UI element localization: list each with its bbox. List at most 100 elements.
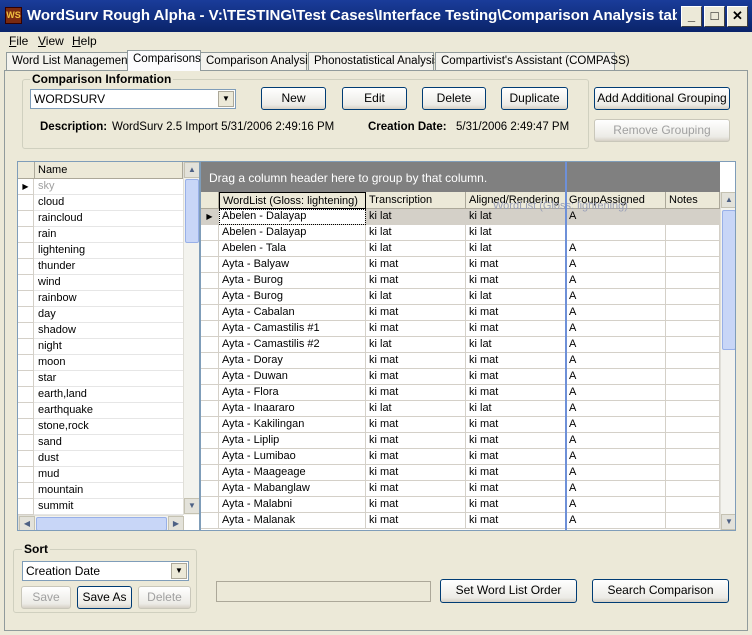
cell-notes[interactable] — [666, 449, 720, 465]
cell-transcription[interactable]: ki mat — [366, 305, 466, 321]
list-item[interactable]: raincloud — [18, 211, 183, 227]
list-item[interactable]: day — [18, 307, 183, 323]
row-selector[interactable] — [18, 467, 34, 483]
cell-group[interactable]: A — [566, 257, 666, 273]
cell-aligned[interactable]: ki lat — [466, 289, 566, 305]
row-selector[interactable] — [201, 401, 219, 417]
list-item[interactable]: night — [18, 339, 183, 355]
row-selector[interactable] — [201, 257, 219, 273]
row-selector[interactable] — [18, 419, 34, 435]
cell-wordlist[interactable]: Ayta - Kakilingan — [219, 417, 366, 433]
list-item[interactable]: dust — [18, 451, 183, 467]
row-selector[interactable] — [201, 481, 219, 497]
cell-transcription[interactable]: ki lat — [366, 401, 466, 417]
table-row[interactable]: Ayta - Camastilis #1 ki mat ki mat A — [201, 321, 720, 337]
current-row-icon[interactable]: ▶ — [201, 209, 219, 225]
scroll-up-icon[interactable]: ▲ — [721, 192, 735, 208]
group-by-area[interactable]: Drag a column header here to group by th… — [201, 162, 720, 192]
table-row[interactable]: Ayta - Malanak ki mat ki mat A — [201, 513, 720, 529]
row-selector[interactable] — [201, 465, 219, 481]
cell-wordlist[interactable]: Abelen - Tala — [219, 241, 366, 257]
table-row[interactable]: Ayta - Maageage ki mat ki mat A — [201, 465, 720, 481]
row-selector[interactable] — [18, 275, 34, 291]
search-comparison-button[interactable]: Search Comparison — [592, 579, 729, 603]
cell-wordlist[interactable]: Ayta - Malanak — [219, 513, 366, 529]
table-row[interactable]: Ayta - Lumibao ki mat ki mat A — [201, 449, 720, 465]
row-selector[interactable] — [18, 291, 34, 307]
scroll-up-icon[interactable]: ▲ — [184, 162, 199, 178]
cell-transcription[interactable]: ki mat — [366, 513, 466, 529]
row-selector[interactable] — [18, 371, 34, 387]
cell-notes[interactable] — [666, 209, 720, 225]
scroll-down-icon[interactable]: ▼ — [721, 514, 735, 530]
cell-aligned[interactable]: ki mat — [466, 353, 566, 369]
grid-vertical-scrollbar[interactable]: ▲ ▼ — [720, 192, 735, 530]
cell-aligned[interactable]: ki mat — [466, 273, 566, 289]
chevron-down-icon[interactable]: ▼ — [218, 91, 234, 107]
cell-aligned[interactable]: ki mat — [466, 321, 566, 337]
list-item[interactable]: summit — [18, 499, 183, 515]
edit-button[interactable]: Edit — [342, 87, 407, 110]
list-item[interactable]: thunder — [18, 259, 183, 275]
row-selector[interactable] — [201, 225, 219, 241]
row-selector[interactable] — [201, 449, 219, 465]
cell-aligned[interactable]: ki lat — [466, 337, 566, 353]
cell-wordlist[interactable]: Ayta - Burog — [219, 289, 366, 305]
table-row[interactable]: Ayta - Balyaw ki mat ki mat A — [201, 257, 720, 273]
tab-comparisons[interactable]: Comparisons — [127, 50, 201, 71]
row-selector[interactable] — [18, 195, 34, 211]
row-selector[interactable] — [18, 307, 34, 323]
cell-notes[interactable] — [666, 401, 720, 417]
add-grouping-button[interactable]: Add Additional Grouping — [594, 87, 730, 110]
cell-notes[interactable] — [666, 273, 720, 289]
table-row[interactable]: Abelen - Dalayap ki lat ki lat — [201, 225, 720, 241]
cell-wordlist[interactable]: Ayta - Lumibao — [219, 449, 366, 465]
cell-aligned[interactable]: ki mat — [466, 417, 566, 433]
cell-wordlist[interactable]: Ayta - Cabalan — [219, 305, 366, 321]
row-selector[interactable] — [18, 483, 34, 499]
current-row-icon[interactable]: ▶ — [18, 179, 34, 195]
cell-notes[interactable] — [666, 257, 720, 273]
minimize-button[interactable]: _ — [681, 6, 702, 27]
new-button[interactable]: New — [261, 87, 326, 110]
column-header-wordlist[interactable]: WordList (Gloss: lightening) — [219, 192, 366, 209]
list-item[interactable]: rainbow — [18, 291, 183, 307]
row-selector[interactable] — [201, 305, 219, 321]
row-selector[interactable] — [201, 497, 219, 513]
table-row[interactable]: Ayta - Mabanglaw ki mat ki mat A — [201, 481, 720, 497]
title-bar[interactable]: WS WordSurv Rough Alpha - V:\TESTING\Tes… — [0, 0, 752, 32]
list-item[interactable]: rain — [18, 227, 183, 243]
cell-group[interactable]: A — [566, 337, 666, 353]
maximize-button[interactable]: □ — [704, 6, 725, 27]
table-row[interactable]: Ayta - Liplip ki mat ki mat A — [201, 433, 720, 449]
cell-notes[interactable] — [666, 289, 720, 305]
cell-notes[interactable] — [666, 321, 720, 337]
cell-group[interactable]: A — [566, 497, 666, 513]
cell-group[interactable]: A — [566, 385, 666, 401]
list-item[interactable]: earth,land — [18, 387, 183, 403]
cell-notes[interactable] — [666, 305, 720, 321]
cell-group[interactable]: A — [566, 401, 666, 417]
chevron-down-icon[interactable]: ▼ — [171, 563, 187, 579]
cell-transcription[interactable]: ki mat — [366, 417, 466, 433]
row-selector[interactable] — [201, 273, 219, 289]
cell-group[interactable]: A — [566, 449, 666, 465]
list-item[interactable]: wind — [18, 275, 183, 291]
cell-wordlist[interactable]: Abelen - Dalayap — [219, 209, 366, 225]
row-selector[interactable] — [201, 321, 219, 337]
row-selector[interactable] — [18, 451, 34, 467]
row-selector[interactable] — [18, 387, 34, 403]
scroll-down-icon[interactable]: ▼ — [184, 498, 199, 514]
cell-wordlist[interactable]: Ayta - Camastilis #2 — [219, 337, 366, 353]
row-selector[interactable] — [201, 433, 219, 449]
scroll-thumb[interactable] — [185, 179, 199, 243]
list-item[interactable]: lightening — [18, 243, 183, 259]
list-item[interactable]: moon — [18, 355, 183, 371]
row-selector[interactable] — [201, 513, 219, 529]
name-column-header[interactable]: Name — [35, 162, 183, 179]
scroll-right-icon[interactable]: ▶ — [168, 516, 184, 530]
cell-group[interactable]: A — [566, 369, 666, 385]
column-header-transcription[interactable]: Transcription — [366, 192, 466, 209]
cell-transcription[interactable]: ki mat — [366, 273, 466, 289]
row-selector[interactable] — [18, 211, 34, 227]
